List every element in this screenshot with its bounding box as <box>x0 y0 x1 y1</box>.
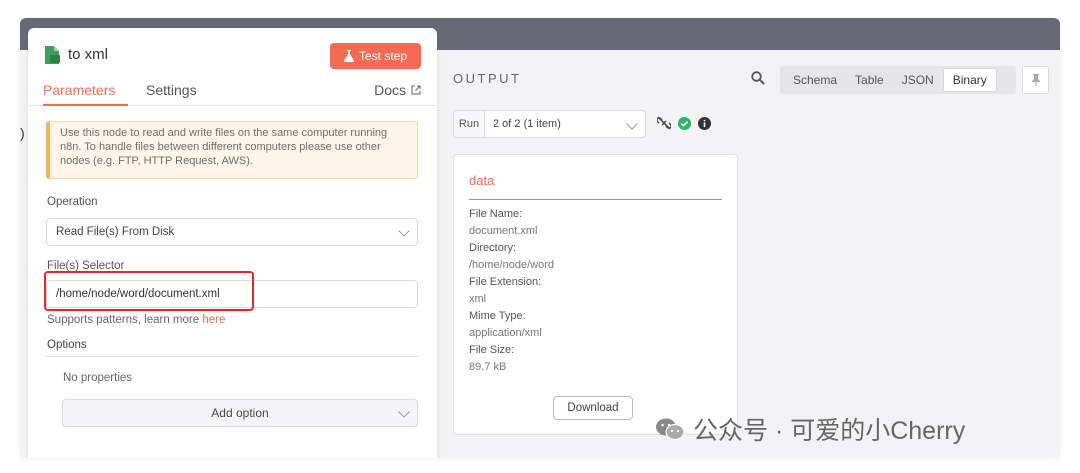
wechat-icon <box>656 418 685 441</box>
field-label-file-name: File Name: <box>469 208 523 220</box>
left-edge-fragment: ) <box>20 125 25 141</box>
field-label-file-size: File Size: <box>469 344 515 356</box>
docs-label: Docs <box>374 82 406 98</box>
hint-text: Supports patterns, learn more <box>47 314 203 326</box>
options-divider <box>46 356 418 357</box>
add-option-button[interactable]: Add option <box>62 399 418 427</box>
test-step-button[interactable]: Test step <box>330 43 421 69</box>
watermark-text: 公众号 · 可爱的小Cherry <box>693 417 966 445</box>
download-button[interactable]: Download <box>553 396 633 420</box>
check-circle-icon <box>678 116 691 130</box>
node-parameters-panel: to xml Test step Parameters Settings Doc… <box>28 28 437 458</box>
field-value-file-extension: xml <box>469 293 487 305</box>
patterns-hint: Supports patterns, learn more here <box>47 314 225 326</box>
unlink-icon[interactable] <box>657 116 671 130</box>
card-divider <box>469 199 722 200</box>
operation-value: Read File(s) From Disk <box>56 226 175 238</box>
options-label: Options <box>47 339 87 351</box>
field-label-file-extension: File Extension: <box>469 276 542 288</box>
binary-key-title: data <box>469 173 495 188</box>
app-frame: ) to xml Test step Parameters Settings D… <box>20 18 1060 458</box>
info-icon[interactable] <box>698 116 711 130</box>
field-value-file-name: document.xml <box>469 225 538 237</box>
tab-parameters[interactable]: Parameters <box>43 82 115 98</box>
binary-data-card: data File Name: document.xml Directory: … <box>453 154 738 435</box>
field-value-file-size: 89.7 kB <box>469 361 507 373</box>
pin-data-button[interactable] <box>1022 66 1049 94</box>
test-step-label: Test step <box>358 49 408 63</box>
chevron-down-icon <box>398 406 410 418</box>
run-value: 2 of 2 (1 item) <box>493 118 561 130</box>
highlight-annotation-box <box>44 271 254 311</box>
external-link-icon <box>411 85 421 95</box>
view-schema[interactable]: Schema <box>782 68 846 92</box>
node-title[interactable]: to xml <box>68 46 108 63</box>
run-status-icons <box>657 116 711 130</box>
search-icon[interactable] <box>751 71 765 85</box>
view-table[interactable]: Table <box>846 68 893 92</box>
watermark: 公众号 · 可爱的小Cherry <box>655 411 965 447</box>
docs-link[interactable]: Docs <box>374 82 421 98</box>
view-json[interactable]: JSON <box>893 68 943 92</box>
run-selector[interactable]: Run 2 of 2 (1 item) <box>453 110 646 138</box>
panel-tabs: Parameters Settings Docs <box>28 80 437 106</box>
pin-icon <box>1031 74 1040 86</box>
info-notice: Use this node to read and write files on… <box>46 121 418 179</box>
tab-settings[interactable]: Settings <box>146 82 197 98</box>
chevron-down-icon <box>626 118 638 130</box>
view-binary[interactable]: Binary <box>942 68 997 92</box>
output-title: OUTPUT <box>453 71 522 86</box>
field-value-mime-type: application/xml <box>469 327 542 339</box>
flask-icon <box>343 50 354 62</box>
add-option-label: Add option <box>211 406 269 420</box>
chevron-down-icon <box>398 225 410 237</box>
file-xml-icon <box>45 46 60 64</box>
no-properties-text: No properties <box>63 372 133 384</box>
run-label: Run <box>454 111 485 137</box>
view-mode-toggle: Schema Table JSON Binary <box>780 66 1016 94</box>
field-label-directory: Directory: <box>469 242 517 254</box>
operation-label: Operation <box>47 196 98 208</box>
field-label-mime-type: Mime Type: <box>469 310 526 322</box>
field-value-directory: /home/node/word <box>469 259 554 271</box>
operation-select[interactable]: Read File(s) From Disk <box>46 218 418 246</box>
active-tab-indicator <box>43 104 128 106</box>
learn-more-link[interactable]: here <box>202 314 225 326</box>
